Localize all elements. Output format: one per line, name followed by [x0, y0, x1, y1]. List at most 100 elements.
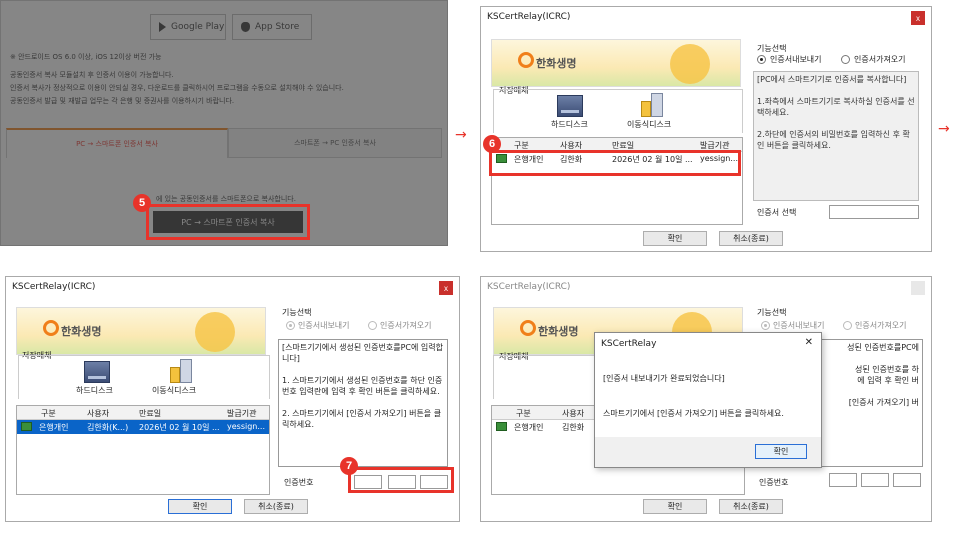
radio-import[interactable] [841, 55, 850, 64]
radio-import-label[interactable]: 인증서가져오기 [855, 320, 907, 331]
auth-number-input-1[interactable] [829, 473, 857, 487]
instructions-text: [PC에서 스마트기기로 인증서를 복사합니다] 1.좌측에서 스마트기기로 복… [753, 71, 919, 201]
cancel-button[interactable]: 취소(종료) [719, 231, 783, 246]
close-icon[interactable]: x [911, 11, 925, 25]
usb-disk-icon[interactable] [170, 359, 192, 385]
cancel-button[interactable]: 취소(종료) [244, 499, 308, 514]
col-expiry: 만료일 [139, 409, 162, 418]
cell-expiry: 2026년 02 월 10일 ... [139, 423, 220, 432]
radio-import-label[interactable]: 인증서가져오기 [380, 320, 432, 331]
col-type: 구분 [516, 409, 531, 418]
function-select-label: 기능선택 [757, 308, 787, 317]
note-3: 공동인증서 발급 및 재발급 업무는 각 은행 및 증권사를 이용하시기 바랍니… [10, 97, 235, 105]
hard-disk-label[interactable]: 하드디스크 [551, 119, 588, 130]
radio-export[interactable] [761, 321, 770, 330]
google-play-label: Google Play [171, 22, 225, 32]
app-store-label: App Store [255, 22, 300, 32]
cell-user: 김한화(K...) [87, 423, 129, 432]
highlight-box [146, 204, 310, 240]
tab-pc-to-phone[interactable]: PC → 스마트폰 인증서 복사 [6, 128, 228, 158]
app-store-button[interactable]: App Store [232, 14, 312, 40]
note-2: 인증서 복사가 정상적으로 이용이 안되실 경우, 다운로드를 클릭하시어 프로… [10, 84, 344, 92]
kscertrelay-window-export: KSCertRelay(ICRC) x 한화생명 저장매체 하드디스크 이동식디… [480, 6, 932, 252]
cancel-button[interactable]: 취소(종료) [719, 499, 783, 514]
col-issuer: 발급기관 [227, 409, 257, 418]
close-icon[interactable] [911, 281, 925, 295]
copy-description: 에 있는 공동인증서를 스마트폰으로 복사합니다. [156, 195, 296, 203]
col-type: 구분 [41, 409, 56, 418]
usb-disk-label[interactable]: 이동식디스크 [152, 385, 196, 396]
hanwha-logo-text: 한화생명 [538, 325, 579, 338]
hanwha-logo-text: 한화생명 [536, 57, 577, 70]
cert-select-label: 인증서 선택 [757, 208, 797, 217]
col-user: 사용자 [562, 409, 585, 418]
certificate-icon [496, 422, 507, 431]
auth-number-label: 인증번호 [759, 478, 789, 487]
close-icon[interactable]: ✕ [805, 337, 813, 348]
function-select-label: 기능선택 [757, 44, 787, 53]
step-badge-7: 7 [340, 457, 358, 475]
google-play-button[interactable]: Google Play [150, 14, 226, 40]
play-icon [159, 22, 166, 32]
instructions-text: [스마트기기에서 생성된 인증번호를PC에 입력합니다] 1. 스마트기기에서 … [278, 339, 448, 467]
cell-user: 김한화 [562, 423, 585, 432]
cert-password-input[interactable] [829, 205, 919, 219]
window-title: KSCertRelay(ICRC) [487, 12, 571, 22]
auth-number-input-3[interactable] [893, 473, 921, 487]
hard-disk-icon[interactable] [557, 95, 583, 117]
usb-disk-icon[interactable] [641, 93, 663, 119]
hanwha-logo-icon [518, 52, 534, 68]
radio-export-label[interactable]: 인증서내보내기 [770, 54, 822, 65]
window-title: KSCertRelay(ICRC) [12, 282, 96, 292]
window-title: KSCertRelay(ICRC) [487, 282, 571, 292]
kscertrelay-window-auth: KSCertRelay(ICRC) x 한화생명 저장매체 하드디스크 이동식디… [5, 276, 460, 522]
hard-disk-icon[interactable] [84, 361, 110, 383]
close-icon[interactable]: x [439, 281, 453, 295]
certificate-icon [21, 422, 32, 431]
dialog-ok-button[interactable]: 확인 [755, 444, 807, 459]
dialog-message-2: 스마트기기에서 [인증서 가져오기] 버튼을 클릭하세요. [603, 409, 784, 418]
radio-export-label[interactable]: 인증서내보내기 [773, 320, 825, 331]
table-row[interactable]: 은행개인 김한화(K...) 2026년 02 월 10일 ... yessig… [17, 420, 269, 434]
completion-dialog: KSCertRelay ✕ [인증서 내보내기가 완료되었습니다] 스마트기기에… [594, 332, 822, 468]
usb-disk-label[interactable]: 이동식디스크 [627, 119, 671, 130]
hard-disk-label[interactable]: 하드디스크 [76, 385, 113, 396]
note-1: 공동인증서 복사 모듈설치 후 인증서 이용이 가능합니다. [10, 71, 174, 79]
hanwha-logo-icon [43, 320, 59, 336]
radio-export-label[interactable]: 인증서내보내기 [298, 320, 350, 331]
col-user: 사용자 [87, 409, 110, 418]
radio-export[interactable] [286, 321, 295, 330]
cell-type: 은행개인 [514, 423, 544, 432]
ok-button[interactable]: 확인 [168, 499, 232, 514]
ok-button[interactable]: 확인 [643, 231, 707, 246]
hanwha-logo-icon [520, 320, 536, 336]
highlight-box [489, 150, 741, 176]
radio-import[interactable] [843, 321, 852, 330]
radio-import[interactable] [368, 321, 377, 330]
kscertrelay-window-complete: KSCertRelay(ICRC) 한화생명 저장매체 구분 사용자 은행개인 … [480, 276, 932, 522]
arrow-right-icon: → [938, 121, 950, 137]
hanwha-banner: 한화생명 [16, 307, 266, 355]
step-badge-6: 6 [483, 135, 501, 153]
storage-group [18, 355, 270, 399]
radio-import-label[interactable]: 인증서가져오기 [854, 54, 906, 65]
os-note: ※ 안드로이드 OS 6.0 이상, iOS 12이상 버전 가능 [10, 53, 162, 61]
certificate-table: 구분 사용자 만료일 발급기관 은행개인 김한화(K...) 2026년 02 … [16, 405, 270, 495]
radio-export[interactable] [757, 55, 766, 64]
dialog-title: KSCertRelay [601, 339, 657, 349]
table-header: 구분 사용자 만료일 발급기관 [17, 406, 269, 420]
storage-group [493, 89, 743, 133]
step-badge-5: 5 [133, 194, 151, 212]
auth-number-input-2[interactable] [861, 473, 889, 487]
apple-icon [241, 22, 250, 32]
arrow-right-icon: → [455, 127, 467, 143]
cell-type: 은행개인 [39, 423, 69, 432]
cell-issuer: yessign... [227, 422, 265, 431]
highlight-box [348, 467, 454, 493]
dialog-message-1: [인증서 내보내기가 완료되었습니다] [603, 374, 725, 383]
hanwha-banner: 한화생명 [491, 39, 741, 87]
auth-number-label: 인증번호 [284, 478, 314, 487]
function-select-label: 기능선택 [282, 308, 312, 317]
tab-phone-to-pc[interactable]: 스마트폰 → PC 인증서 복사 [228, 128, 442, 158]
ok-button[interactable]: 확인 [643, 499, 707, 514]
